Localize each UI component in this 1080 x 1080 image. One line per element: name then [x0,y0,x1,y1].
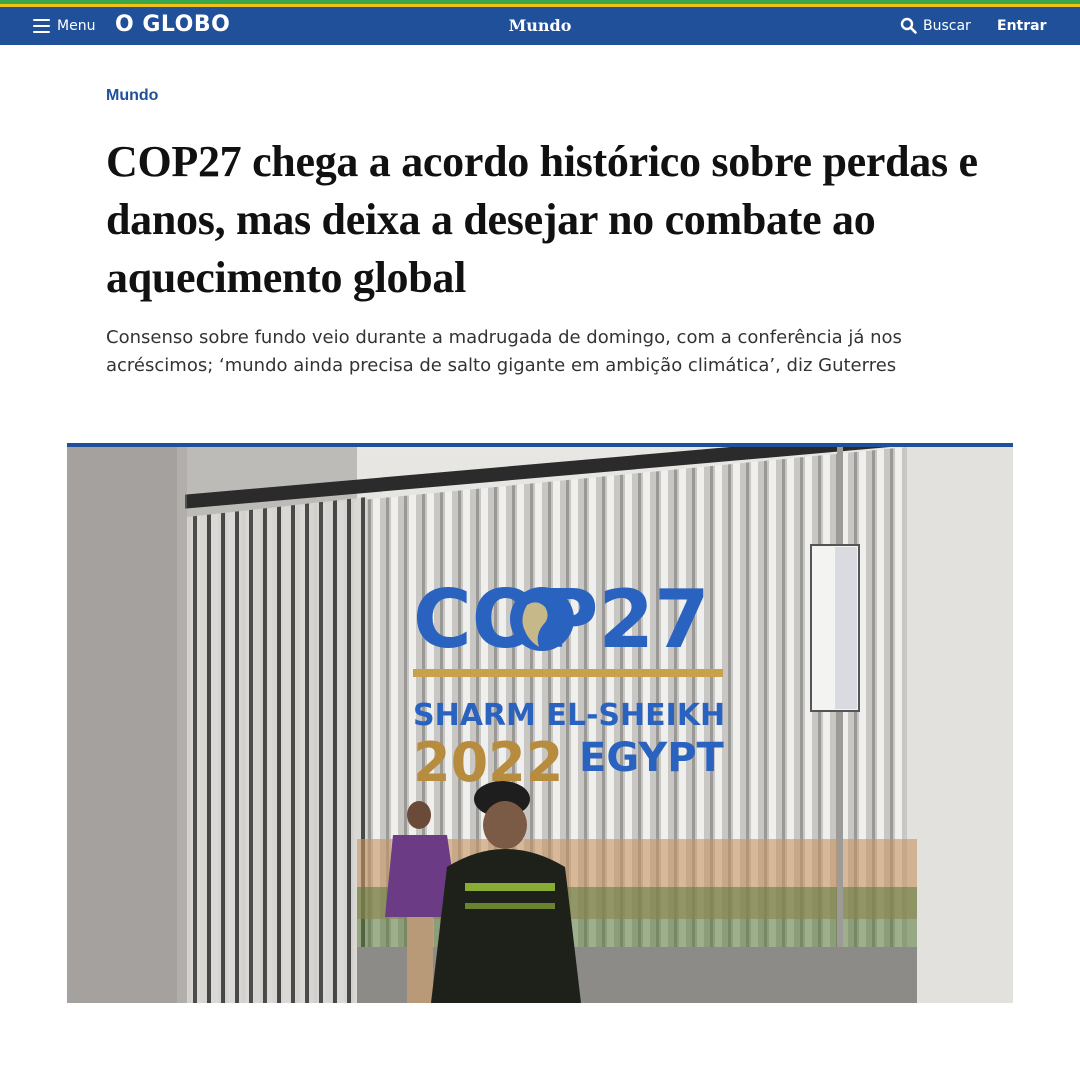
search-label: Buscar [923,17,971,34]
search-button[interactable]: Buscar [900,17,971,34]
flag-stripe [0,0,1080,7]
site-header: Menu O GLOBO Mundo Buscar Entrar [0,7,1080,45]
article-photo: COP27 SHARM EL-SHEIKH 2022 EGYPT [67,443,1013,1003]
section-kicker[interactable]: Mundo [106,87,158,105]
search-icon [900,17,917,34]
article-headline: COP27 chega a acordo histórico sobre per… [106,137,978,302]
menu-label: Menu [57,18,96,34]
article-subtitle: Consenso sobre fundo veio durante a madr… [106,327,902,376]
site-logo[interactable]: O GLOBO [115,12,230,37]
sign-country-text: EGYPT [579,735,725,781]
sign-city-text: SHARM EL-SHEIKH [413,698,725,733]
menu-button[interactable]: Menu [33,15,95,37]
section-link-mundo[interactable]: Mundo [509,16,572,35]
login-button[interactable]: Entrar [997,18,1046,34]
photo-top-bar [67,443,1013,447]
hamburger-icon [33,19,50,33]
cop27-photo-illustration: COP27 SHARM EL-SHEIKH 2022 EGYPT [67,447,1013,1003]
